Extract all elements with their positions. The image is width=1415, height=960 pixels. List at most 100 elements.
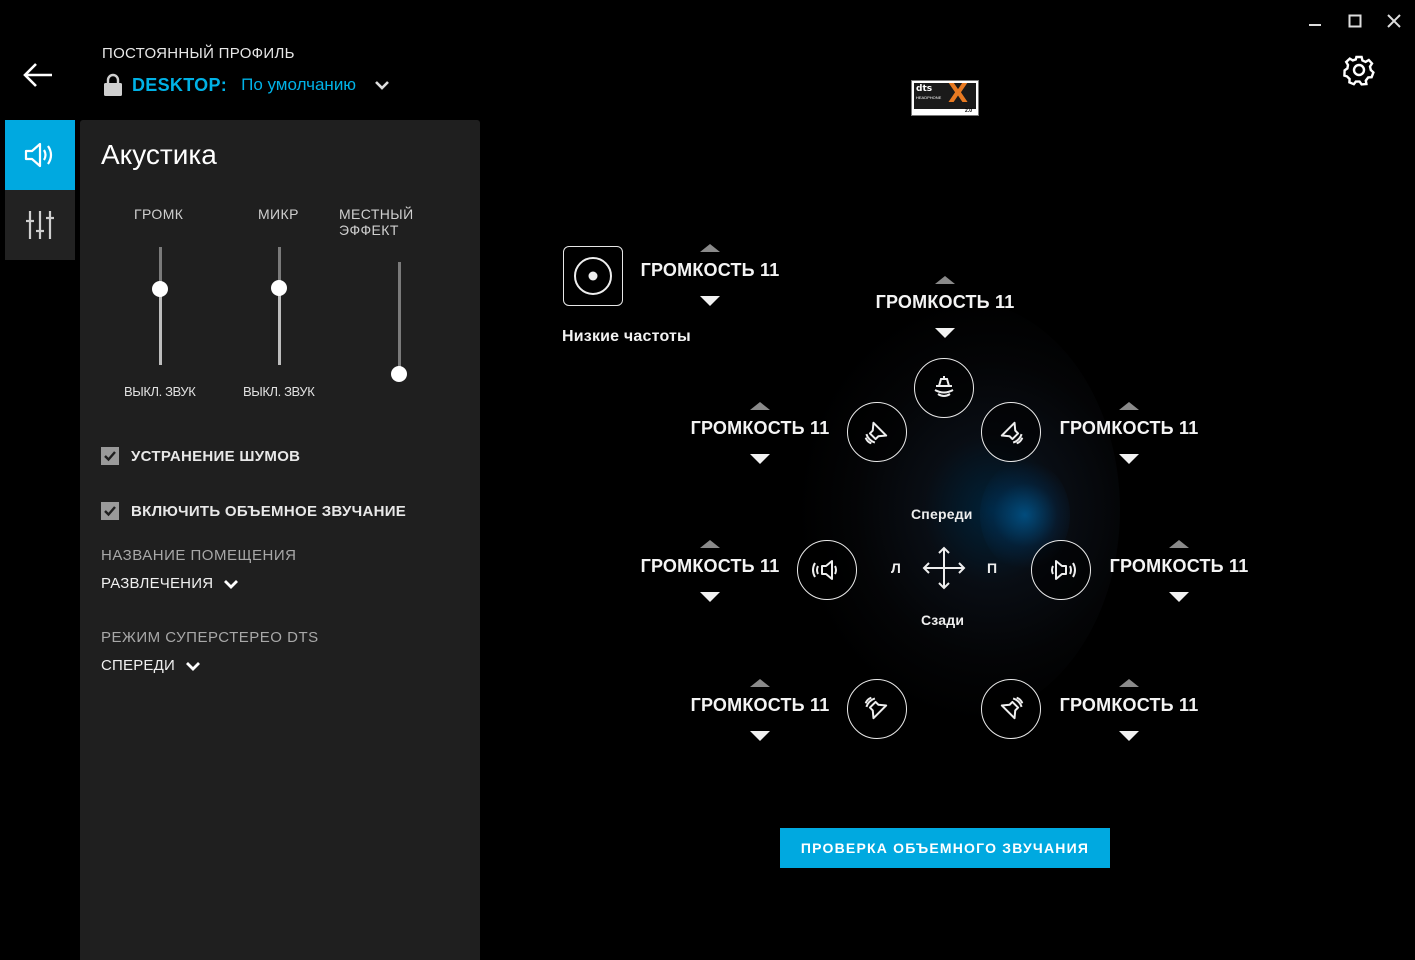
volume-down-arrow[interactable] <box>750 454 770 464</box>
tab-acoustics[interactable] <box>5 120 75 190</box>
subwoofer-icon <box>574 257 612 295</box>
surround-test-button[interactable]: ПРОВЕРКА ОБЪЕМНОГО ЗВУЧАНИЯ <box>780 828 1110 868</box>
rear-label: Сзади <box>921 612 965 628</box>
checkmark-icon <box>104 451 116 462</box>
move-arrows-icon <box>922 546 966 590</box>
subwoofer-volume: ГРОМКОСТЬ 11 <box>635 244 785 306</box>
speaker-icon <box>24 142 53 168</box>
volume-down-arrow[interactable] <box>1169 592 1189 602</box>
volume-up-arrow[interactable] <box>700 244 720 252</box>
room-dropdown-value: РАЗВЛЕЧЕНИЯ <box>101 575 214 592</box>
rear-right-speaker-button[interactable] <box>981 679 1041 739</box>
right-label: П <box>987 560 998 576</box>
close-icon <box>1387 14 1401 28</box>
volume-up-arrow[interactable] <box>1169 540 1189 548</box>
back-button[interactable] <box>22 60 58 90</box>
front-right-speaker-button[interactable] <box>981 402 1041 462</box>
side-right-volume: ГРОМКОСТЬ 11 <box>1104 540 1254 602</box>
noise-cancel-checkbox[interactable] <box>101 447 119 465</box>
mic-slider-fill <box>278 288 281 365</box>
sidetone-slider-thumb[interactable] <box>391 366 407 382</box>
front-left-speaker-button[interactable] <box>847 402 907 462</box>
minimize-button[interactable] <box>1302 8 1328 34</box>
volume-down-arrow[interactable] <box>1119 454 1139 464</box>
settings-button[interactable] <box>1342 53 1376 87</box>
rear-right-speaker-icon <box>1000 696 1024 720</box>
volume-up-arrow[interactable] <box>750 679 770 687</box>
volume-up-arrow[interactable] <box>700 540 720 548</box>
stereo-mode-dropdown[interactable]: СПЕРЕДИ <box>101 657 201 674</box>
volume-down-arrow[interactable] <box>1119 731 1139 741</box>
dts-version: 2.0 <box>965 108 972 114</box>
volume-down-arrow[interactable] <box>700 296 720 306</box>
chevron-down-icon <box>224 579 239 589</box>
chevron-down-icon <box>375 81 389 90</box>
close-button[interactable] <box>1381 8 1407 34</box>
surround-checkbox[interactable] <box>101 502 119 520</box>
side-left-volume: ГРОМКОСТЬ 11 <box>635 540 785 602</box>
volume-value: ГРОМКОСТЬ 11 <box>875 292 1015 312</box>
equalizer-icon <box>26 211 54 239</box>
volume-value: ГРОМКОСТЬ 11 <box>1109 556 1249 576</box>
side-right-speaker-icon <box>1051 560 1076 580</box>
center-speaker-button[interactable] <box>914 358 974 418</box>
left-label: Л <box>891 560 902 576</box>
subwoofer-label: Низкие частоты <box>562 328 691 345</box>
volume-up-arrow[interactable] <box>935 276 955 284</box>
maximize-icon <box>1348 14 1362 28</box>
center-speaker-icon <box>934 376 954 397</box>
back-arrow-icon <box>23 63 52 87</box>
volume-down-arrow[interactable] <box>700 592 720 602</box>
front-right-speaker-icon <box>1000 421 1024 445</box>
volume-slider-fill <box>159 289 162 365</box>
volume-mute-label[interactable]: ВЫКЛ. ЗВУК <box>124 384 196 399</box>
mic-slider-thumb[interactable] <box>271 280 287 297</box>
dts-mark: X <box>948 79 969 109</box>
mic-slider-label: МИКР <box>258 206 299 222</box>
surround-label: ВКЛЮЧИТЬ ОБЪЕМНОЕ ЗВУЧАНИЕ <box>131 502 407 520</box>
stereo-mode-label: РЕЖИМ СУПЕРСТЕРЕО DTS <box>101 629 319 646</box>
side-left-speaker-icon <box>812 560 837 580</box>
dts-brand: dts <box>916 84 933 94</box>
volume-value: ГРОМКОСТЬ 11 <box>690 418 830 438</box>
volume-down-arrow[interactable] <box>935 328 955 338</box>
subwoofer-button[interactable] <box>563 246 623 306</box>
maximize-button[interactable] <box>1342 8 1368 34</box>
profile-selector[interactable]: DESKTOP: По умолчанию <box>102 72 390 98</box>
side-left-speaker-button[interactable] <box>797 540 857 600</box>
center-volume: ГРОМКОСТЬ 11 <box>870 276 1020 338</box>
dts-sub: HEADPHONE <box>916 95 942 100</box>
tab-equalizer[interactable] <box>5 190 75 260</box>
volume-up-arrow[interactable] <box>1119 679 1139 687</box>
volume-slider-thumb[interactable] <box>152 281 168 298</box>
room-label: НАЗВАНИЕ ПОМЕЩЕНИЯ <box>101 547 297 564</box>
gear-icon <box>1343 55 1375 86</box>
surround-checkbox-row[interactable]: ВКЛЮЧИТЬ ОБЪЕМНОЕ ЗВУЧАНИЕ <box>101 502 406 520</box>
side-right-speaker-button[interactable] <box>1031 540 1091 600</box>
front-left-volume: ГРОМКОСТЬ 11 <box>685 402 835 464</box>
room-dropdown[interactable]: РАЗВЛЕЧЕНИЯ <box>101 575 239 592</box>
volume-value: ГРОМКОСТЬ 11 <box>640 260 780 280</box>
sidetone-slider-track[interactable] <box>398 262 401 374</box>
volume-up-arrow[interactable] <box>750 402 770 410</box>
volume-value: ГРОМКОСТЬ 11 <box>1059 695 1199 715</box>
profile-name: DESKTOP: <box>132 74 228 95</box>
volume-down-arrow[interactable] <box>750 731 770 741</box>
panel-title: Акустика <box>101 139 217 170</box>
checkmark-icon <box>104 506 116 517</box>
noise-cancel-checkbox-row[interactable]: УСТРАНЕНИЕ ШУМОВ <box>101 447 300 465</box>
rear-left-speaker-icon <box>864 696 888 720</box>
mic-mute-label[interactable]: ВЫКЛ. ЗВУК <box>243 384 315 399</box>
stereo-mode-value: СПЕРЕДИ <box>101 657 175 674</box>
chevron-down-icon <box>185 661 200 671</box>
dts-headphone-x-logo: dts HEADPHONE X 2.0 <box>911 79 979 116</box>
sidetone-slider-label: МЕСТНЫЙ ЭФФЕКТ <box>339 206 414 238</box>
rear-left-speaker-button[interactable] <box>847 679 907 739</box>
rear-right-volume: ГРОМКОСТЬ 11 <box>1054 679 1204 741</box>
volume-up-arrow[interactable] <box>1119 402 1139 410</box>
minimize-icon <box>1309 24 1321 26</box>
volume-value: ГРОМКОСТЬ 11 <box>1059 418 1199 438</box>
profile-value: По умолчанию <box>241 75 357 94</box>
move-position-icon[interactable] <box>921 545 967 591</box>
volume-slider-label: ГРОМК <box>134 206 184 222</box>
